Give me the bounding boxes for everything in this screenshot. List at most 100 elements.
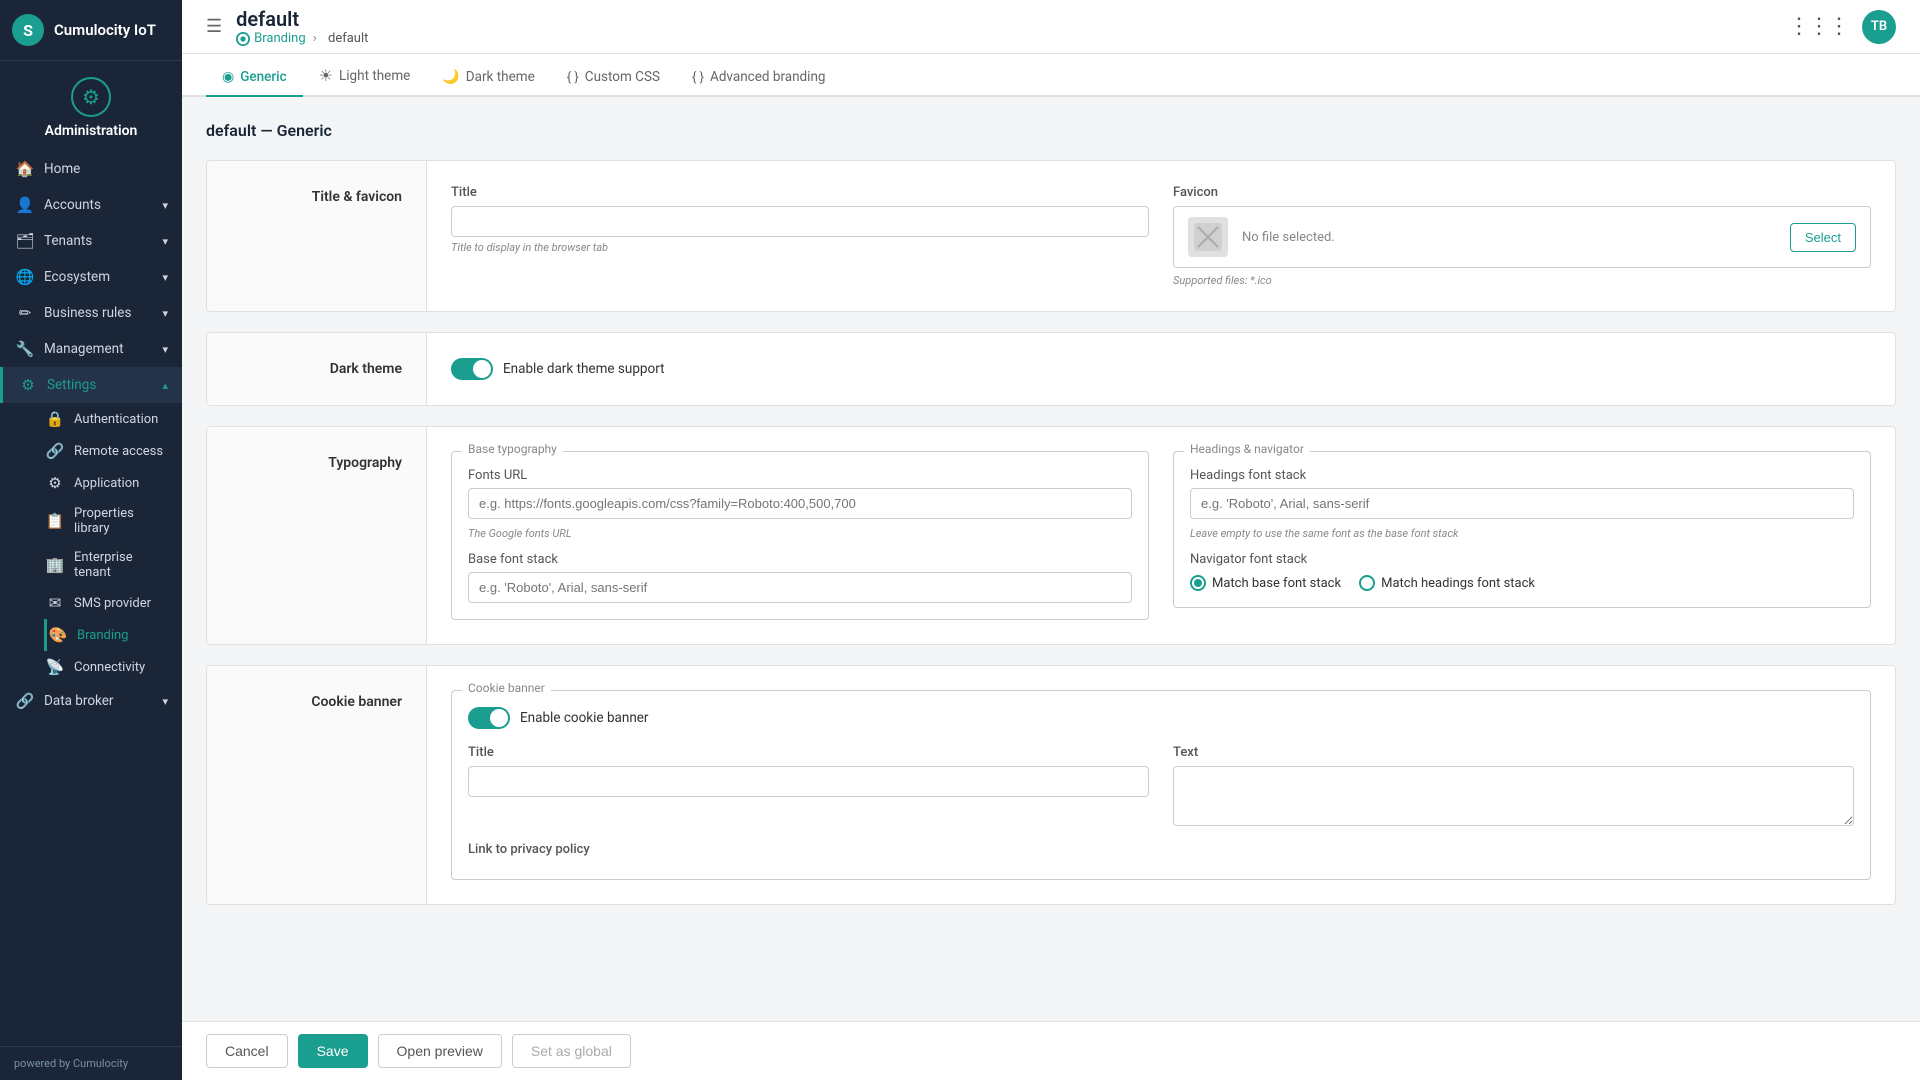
sidebar-item-home-label: Home <box>44 161 168 177</box>
authentication-icon: 🔒 <box>44 410 66 428</box>
sidebar-item-ecosystem-label: Ecosystem <box>44 269 158 285</box>
chevron-down-icon: ▾ <box>162 343 168 356</box>
sidebar-item-connectivity-label: Connectivity <box>74 660 168 675</box>
enterprise-icon: 🏢 <box>44 556 66 574</box>
navigator-font-radio-group: Match base font stack Match headings fon… <box>1190 575 1854 591</box>
content-heading: default — Generic <box>206 121 1896 140</box>
sidebar-item-authentication[interactable]: 🔒 Authentication <box>44 403 182 435</box>
sidebar-item-management[interactable]: 🔧 Management ▾ <box>0 331 182 367</box>
cookie-banner-toggle[interactable] <box>468 707 510 729</box>
title-favicon-cols: Title Title to display in the browser ta… <box>451 185 1871 287</box>
cookie-banner-toggle-row: Enable cookie banner <box>468 707 1854 729</box>
cookie-title-label: Title <box>468 745 1149 760</box>
favicon-box: No file selected. Select <box>1173 206 1871 268</box>
sidebar-item-sms-provider[interactable]: ✉ SMS provider <box>44 587 182 619</box>
sidebar-item-data-broker-label: Data broker <box>44 693 158 709</box>
sidebar-item-accounts-label: Accounts <box>44 197 158 213</box>
sidebar-item-settings[interactable]: ⚙ Settings ▴ <box>0 367 182 403</box>
breadcrumb: Branding › default <box>236 31 372 46</box>
sidebar-item-properties-label: Properties library <box>74 506 168 536</box>
management-icon: 🔧 <box>14 340 36 358</box>
fonts-url-input[interactable] <box>468 488 1132 519</box>
sidebar-item-ecosystem[interactable]: 🌐 Ecosystem ▾ <box>0 259 182 295</box>
cookie-privacy-label: Link to privacy policy <box>468 842 1854 857</box>
cookie-text-label: Text <box>1173 745 1854 760</box>
navigator-font-label: Navigator font stack <box>1190 552 1854 567</box>
headings-navigator-legend: Headings & navigator <box>1184 442 1310 456</box>
dark-theme-toggle[interactable] <box>451 358 493 380</box>
typography-label: Typography <box>328 455 402 471</box>
accounts-icon: 👤 <box>14 196 36 214</box>
application-icon: ⚙ <box>44 474 66 492</box>
light-theme-tab-icon: ☀ <box>319 66 333 85</box>
tab-light-theme[interactable]: ☀ Light theme <box>303 54 427 97</box>
base-font-input[interactable] <box>468 572 1132 603</box>
radio-match-base-label: Match base font stack <box>1212 576 1341 591</box>
admin-label: Administration <box>45 123 138 139</box>
open-preview-button[interactable]: Open preview <box>378 1034 502 1068</box>
sidebar-item-enterprise-tenant[interactable]: 🏢 Enterprise tenant <box>44 543 182 587</box>
set-as-global-button[interactable]: Set as global <box>512 1034 631 1068</box>
page-title: default <box>236 7 360 31</box>
cookie-text-input[interactable] <box>1173 766 1854 826</box>
tab-generic[interactable]: ◉ Generic <box>206 57 303 97</box>
sidebar-item-tenants[interactable]: 🗂 Tenants ▾ <box>0 223 182 259</box>
grid-icon[interactable]: ⋮⋮⋮ <box>1788 14 1848 39</box>
breadcrumb-current: default <box>328 31 368 46</box>
sidebar-item-connectivity[interactable]: 📡 Connectivity <box>44 651 182 683</box>
tab-dark-theme[interactable]: 🌙 Dark theme <box>426 57 550 97</box>
sidebar-item-data-broker[interactable]: 🔗 Data broker ▾ <box>0 683 182 719</box>
cancel-button[interactable]: Cancel <box>206 1034 288 1068</box>
sidebar-item-properties-library[interactable]: 📋 Properties library <box>44 499 182 543</box>
cookie-title-col: Title <box>468 745 1149 830</box>
cookie-text-col: Text <box>1173 745 1854 830</box>
title-favicon-section: Title & favicon Title Title to display i… <box>206 160 1896 312</box>
sidebar-item-application-label: Application <box>74 476 168 491</box>
main-area: ☰ default Branding › default ⋮⋮⋮ TB ◉ Ge… <box>182 0 1920 1080</box>
generic-tab-icon: ◉ <box>222 69 234 85</box>
sidebar-item-sms-label: SMS provider <box>74 596 168 611</box>
sidebar-item-accounts[interactable]: 👤 Accounts ▾ <box>0 187 182 223</box>
favicon-select-button[interactable]: Select <box>1790 223 1856 252</box>
tab-advanced-branding[interactable]: { } Advanced branding <box>676 57 842 97</box>
sidebar-item-remote-access[interactable]: 🔗 Remote access <box>44 435 182 467</box>
favicon-field-label: Favicon <box>1173 185 1871 200</box>
user-avatar[interactable]: TB <box>1862 10 1896 44</box>
chevron-up-icon: ▴ <box>162 379 168 392</box>
sidebar-item-business-rules[interactable]: ✏ Business rules ▾ <box>0 295 182 331</box>
business-rules-icon: ✏ <box>14 304 36 322</box>
save-button[interactable]: Save <box>298 1034 368 1068</box>
cookie-privacy-row: Link to privacy policy <box>468 842 1854 857</box>
radio-match-base[interactable]: Match base font stack <box>1190 575 1341 591</box>
radio-match-headings[interactable]: Match headings font stack <box>1359 575 1535 591</box>
favicon-supported-text: Supported files: *.ico <box>1173 274 1871 287</box>
headings-font-input[interactable] <box>1190 488 1854 519</box>
sidebar-item-business-rules-label: Business rules <box>44 305 158 321</box>
radio-match-headings-dot <box>1359 575 1375 591</box>
fonts-url-hint: The Google fonts URL <box>468 527 1132 540</box>
base-typography-col: Base typography Fonts URL The Google fon… <box>451 451 1149 620</box>
content-area: default — Generic Title & favicon Title … <box>182 97 1920 1021</box>
ecosystem-icon: 🌐 <box>14 268 36 286</box>
sidebar-item-branding[interactable]: 🎨 Branding <box>44 619 182 651</box>
breadcrumb-parent[interactable]: Branding <box>254 31 305 46</box>
cookie-banner-fields: Title Text <box>468 745 1854 830</box>
sidebar-item-enterprise-label: Enterprise tenant <box>74 550 168 580</box>
base-typography-legend: Base typography <box>462 442 563 456</box>
sidebar-item-home[interactable]: 🏠 Home <box>0 151 182 187</box>
tabs-bar: ◉ Generic ☀ Light theme 🌙 Dark theme { }… <box>182 54 1920 97</box>
menu-icon[interactable]: ☰ <box>206 16 222 37</box>
settings-icon: ⚙ <box>17 376 39 394</box>
sidebar: S Cumulocity IoT ⚙ Administration 🏠 Home… <box>0 0 182 1080</box>
admin-section: ⚙ Administration <box>0 61 182 147</box>
base-typography-fieldset: Base typography Fonts URL The Google fon… <box>451 451 1149 620</box>
tab-custom-css[interactable]: { } Custom CSS <box>551 57 676 97</box>
cookie-title-input[interactable] <box>468 766 1149 797</box>
data-broker-icon: 🔗 <box>14 692 36 710</box>
sidebar-item-remote-access-label: Remote access <box>74 444 168 459</box>
advanced-branding-tab-icon: { } <box>692 70 704 85</box>
sidebar-item-application[interactable]: ⚙ Application <box>44 467 182 499</box>
title-input[interactable] <box>451 206 1149 237</box>
remote-access-icon: 🔗 <box>44 442 66 460</box>
app-name: Cumulocity IoT <box>54 21 156 39</box>
